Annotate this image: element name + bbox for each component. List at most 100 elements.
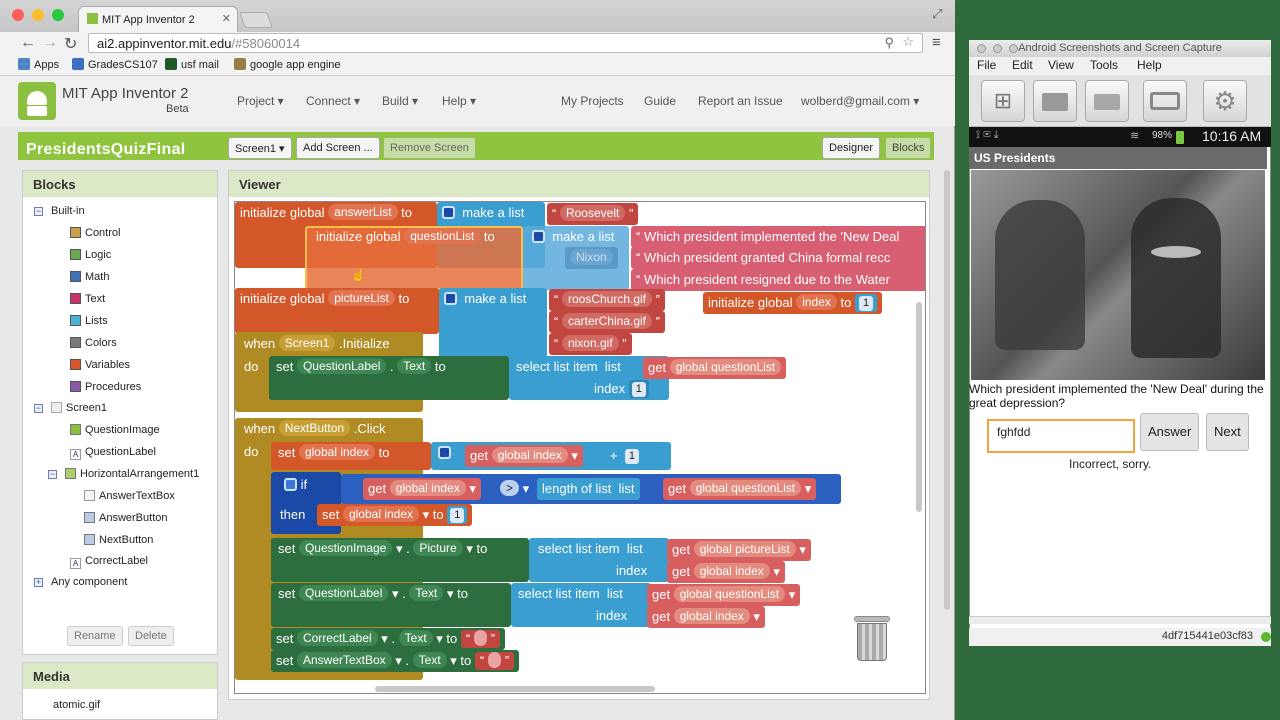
blocks-workspace[interactable]: initialize global answerList to make a l… xyxy=(234,201,926,694)
account-menu[interactable]: wolberd@gmail.com ▾ xyxy=(801,94,919,108)
tree-correctlabel[interactable]: A CorrectLabel xyxy=(70,555,148,569)
back-icon[interactable]: ← xyxy=(20,34,36,52)
menu-help[interactable]: Help xyxy=(1137,58,1162,72)
menu-help[interactable]: Help ▾ xyxy=(442,94,476,108)
capture-scrollbar[interactable] xyxy=(969,616,1271,624)
folder-button[interactable] xyxy=(1085,80,1129,122)
answer-textbox[interactable]: fghfdd xyxy=(987,419,1135,453)
text-block-q1[interactable]: “ Which president implemented the 'New D… xyxy=(631,226,925,248)
get-picturelist-block[interactable]: get global pictureList ▾ xyxy=(667,539,811,561)
device-button[interactable] xyxy=(1143,80,1187,122)
minimize-window-icon[interactable] xyxy=(993,44,1002,53)
tree-any-component[interactable]: + Any component xyxy=(34,576,127,588)
tree-item-procedures[interactable]: Procedures xyxy=(70,381,141,393)
tree-screen1[interactable]: − Screen1 xyxy=(34,402,107,414)
bookmark-star-icon[interactable]: ☆ xyxy=(902,34,914,50)
tree-answerbutton[interactable]: AnswerButton xyxy=(84,512,167,524)
menu-edit[interactable]: Edit xyxy=(1012,58,1033,72)
text-block-roosevelt[interactable]: “ Roosevelt ” xyxy=(547,203,639,225)
designer-button[interactable]: Designer xyxy=(822,137,881,159)
text-block-nixon[interactable]: Nixon xyxy=(565,247,618,269)
tree-answertextbox[interactable]: AnswerTextBox xyxy=(84,490,175,502)
set-answertextbox-text-block[interactable]: set AnswerTextBox ▾ . Text ▾ to “ ” xyxy=(271,650,520,672)
blocks-button[interactable]: Blocks xyxy=(885,137,932,159)
text-block-nixon-gif[interactable]: “ nixon.gif ” xyxy=(549,333,632,355)
zoom-window-icon[interactable] xyxy=(52,9,64,21)
get-global-index-block[interactable]: get global index ▾ xyxy=(465,445,583,467)
fullscreen-icon[interactable]: ⤢ xyxy=(932,6,942,22)
chrome-menu-icon[interactable]: ≡ xyxy=(932,34,941,51)
page-scrollbar[interactable] xyxy=(944,170,950,610)
media-item[interactable]: atomic.gif xyxy=(53,699,100,711)
collapse-icon[interactable]: − xyxy=(34,207,43,216)
tree-item-colors[interactable]: Colors xyxy=(70,337,117,349)
text-block-q2[interactable]: “ Which president granted China formal r… xyxy=(631,247,925,269)
tree-questionlabel[interactable]: A QuestionLabel xyxy=(70,446,156,460)
settings-button[interactable]: ⚙ xyxy=(1203,80,1247,122)
collapse-icon[interactable]: − xyxy=(48,470,57,479)
reload-icon[interactable]: ↻ xyxy=(64,34,77,54)
get-global-index-block[interactable]: get global index ▾ xyxy=(667,561,785,583)
get-global-index-block[interactable]: get global index ▾ xyxy=(363,478,481,500)
init-index-block[interactable]: initialize global index to 1 xyxy=(703,292,883,314)
link-my-projects[interactable]: My Projects xyxy=(561,94,624,108)
tree-item-variables[interactable]: Variables xyxy=(70,359,130,371)
link-guide[interactable]: Guide xyxy=(644,94,676,108)
screen-select[interactable]: Screen1 ▾ xyxy=(228,137,292,159)
get-global-index-block[interactable]: get global index ▾ xyxy=(647,606,765,628)
new-tab-button[interactable] xyxy=(239,12,273,28)
answer-button[interactable]: Answer xyxy=(1140,413,1200,451)
trash-can-icon[interactable] xyxy=(852,614,892,664)
expand-icon[interactable]: + xyxy=(34,578,43,587)
tree-nextbutton[interactable]: NextButton xyxy=(84,534,153,546)
menu-file[interactable]: File xyxy=(977,58,996,72)
forward-icon[interactable]: → xyxy=(42,34,58,52)
tree-item-control[interactable]: Control xyxy=(70,227,120,239)
close-window-icon[interactable] xyxy=(12,9,24,21)
menu-build[interactable]: Build ▾ xyxy=(382,94,418,108)
tree-horizontalarrangement1[interactable]: − HorizontalArrangement1 xyxy=(48,468,199,480)
tree-builtin[interactable]: − Built-in xyxy=(34,205,85,217)
length-of-list-block[interactable]: length of list list xyxy=(537,478,640,500)
close-window-icon[interactable] xyxy=(977,44,986,53)
menu-project[interactable]: Project ▾ xyxy=(237,94,284,108)
tree-item-lists[interactable]: Lists xyxy=(70,315,108,327)
set-global-index-block[interactable]: set global index ▾ to 1 xyxy=(317,504,473,526)
menu-tools[interactable]: Tools xyxy=(1090,58,1118,72)
collapse-icon[interactable]: − xyxy=(34,404,43,413)
add-screen-button[interactable]: Add Screen ... xyxy=(296,137,380,159)
remove-screen-button[interactable]: Remove Screen xyxy=(383,137,476,159)
battery-icon xyxy=(1176,131,1184,144)
vertical-scrollbar[interactable] xyxy=(916,302,922,512)
tree-item-text[interactable]: Text xyxy=(70,293,105,305)
link-report-issue[interactable]: Report an Issue xyxy=(698,94,783,108)
zoom-window-icon[interactable] xyxy=(1009,44,1018,53)
close-tab-icon[interactable]: ✕ xyxy=(222,12,231,25)
minimize-window-icon[interactable] xyxy=(32,9,44,21)
text-block-q3[interactable]: “ Which president resigned due to the Wa… xyxy=(631,269,925,291)
zoom-icon[interactable]: ⚲ xyxy=(884,35,894,51)
browser-tab[interactable]: MIT App Inventor 2 ✕ xyxy=(78,6,238,32)
tree-questionimage[interactable]: QuestionImage xyxy=(70,424,160,436)
set-correctlabel-text-block[interactable]: set CorrectLabel ▾ . Text ▾ to “ ” xyxy=(271,628,506,650)
bookmark-usf-mail[interactable]: usf mail xyxy=(165,58,219,71)
menu-view[interactable]: View xyxy=(1048,58,1074,72)
clapper-button[interactable] xyxy=(1033,80,1077,122)
delete-button[interactable]: Delete xyxy=(128,626,174,646)
next-button[interactable]: Next xyxy=(1206,413,1249,451)
get-questionlist-block[interactable]: get global questionList ▾ xyxy=(663,478,817,500)
get-questionlist-block[interactable]: get global questionList ▾ xyxy=(647,584,801,606)
bookmark-gradescs107[interactable]: GradesCS107 xyxy=(72,58,158,71)
text-block-carterChina[interactable]: “ carterChina.gif ” xyxy=(549,311,665,333)
tree-item-logic[interactable]: Logic xyxy=(70,249,111,261)
horizontal-scrollbar[interactable] xyxy=(375,686,655,692)
bookmark-apps[interactable]: Apps xyxy=(18,58,59,71)
rename-button[interactable]: Rename xyxy=(67,626,123,646)
get-questionlist-block[interactable]: get global questionList xyxy=(643,357,787,379)
tree-item-math[interactable]: Math xyxy=(70,271,109,283)
address-bar[interactable]: ai2.appinventor.mit.edu/#58060014 ⚲ ☆ xyxy=(88,33,923,53)
new-capture-button[interactable]: ⊞ xyxy=(981,80,1025,122)
text-block-roosChurch[interactable]: “ roosChurch.gif ” xyxy=(549,289,665,311)
menu-connect[interactable]: Connect ▾ xyxy=(306,94,360,108)
bookmark-google-app-engine[interactable]: google app engine xyxy=(234,58,341,71)
